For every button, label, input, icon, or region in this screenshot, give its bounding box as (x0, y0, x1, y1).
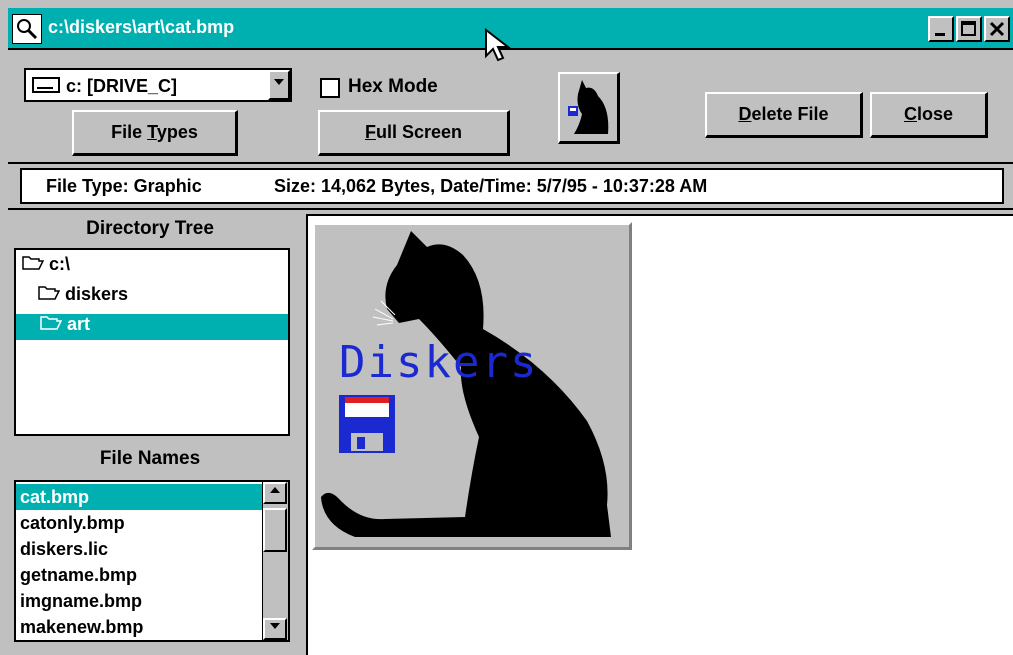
drive-select-value: c: [DRIVE_C] (66, 76, 178, 96)
file-names-label: File Names (99, 448, 201, 469)
tree-item-label: art (67, 314, 91, 334)
file-list-scrollbar[interactable] (262, 482, 288, 640)
full-screen-label: ull Screen (375, 122, 463, 142)
cat-thumbnail-button[interactable] (558, 72, 620, 144)
file-types-button[interactable]: File Types (72, 110, 238, 156)
file-types-accel: T (147, 122, 157, 142)
hex-mode-checkbox[interactable] (320, 78, 340, 98)
file-item-diskers-lic[interactable]: diskers.lic (16, 536, 262, 562)
file-names-list[interactable]: cat.bmp catonly.bmp diskers.lic getname.… (14, 480, 290, 642)
folder-icon (22, 256, 45, 270)
maximize-icon (961, 21, 976, 36)
file-item-getname-bmp[interactable]: getname.bmp (16, 562, 262, 588)
divider (8, 162, 1013, 164)
diskers-logo-text: Diskers (339, 337, 539, 388)
file-info-bar: File Type: Graphic Size: 14,062 Bytes, D… (20, 168, 1004, 204)
file-types-label-prefix: File (111, 122, 148, 142)
cat-icon (568, 80, 609, 134)
tree-item-label: c:\ (49, 254, 71, 274)
file-types-label-suffix: ypes (156, 122, 198, 142)
close-label: lose (916, 104, 954, 124)
tree-item-diskers[interactable]: diskers (16, 284, 288, 310)
delete-file-button[interactable]: Delete File (705, 92, 863, 138)
close-icon (989, 21, 1005, 37)
folder-icon (38, 286, 61, 300)
file-item-cat-bmp[interactable]: cat.bmp (16, 484, 262, 510)
delete-file-label: elete File (751, 104, 829, 124)
file-viewer-window: c:\diskers\art\cat.bmp c: [DRIVE_C] File… (0, 0, 1013, 655)
close-accel: C (903, 104, 917, 124)
file-item-catonly-bmp[interactable]: catonly.bmp (16, 510, 262, 536)
close-window-button[interactable] (984, 16, 1010, 42)
scroll-thumb[interactable] (263, 508, 287, 552)
dropdown-arrow-button[interactable] (268, 70, 290, 100)
delete-accel: D (738, 104, 752, 124)
file-item-makenew-bmp[interactable]: makenew.bmp (16, 614, 262, 640)
close-button[interactable]: Close (870, 92, 988, 138)
file-type-text: File Type: Graphic (46, 176, 202, 196)
open-folder-icon (40, 316, 63, 330)
maximize-button[interactable] (956, 16, 982, 42)
image-preview: Diskers (312, 222, 632, 550)
mouse-pointer-icon (485, 28, 511, 62)
magnifier-icon[interactable] (12, 14, 42, 44)
directory-tree[interactable]: c:\ diskers art (14, 248, 290, 436)
directory-tree-label: Directory Tree (86, 218, 214, 239)
tree-item-label: diskers (65, 284, 129, 304)
window-title: c:\diskers\art\cat.bmp (48, 17, 235, 37)
chevron-down-icon (274, 79, 284, 85)
file-size-date-text: Size: 14,062 Bytes, Date/Time: 5/7/95 - … (274, 176, 708, 196)
full-screen-button[interactable]: Full Screen (318, 110, 510, 156)
arrow-down-icon (270, 623, 280, 629)
tree-item-art[interactable]: art (16, 314, 288, 340)
minimize-icon (935, 33, 945, 36)
minimize-button[interactable] (928, 16, 954, 42)
hex-mode-label[interactable]: Hex Mode (348, 76, 438, 98)
drive-icon (32, 77, 60, 93)
full-screen-accel: F (364, 122, 376, 142)
arrow-up-icon (270, 487, 280, 493)
tree-item-c-root[interactable]: c:\ (16, 254, 288, 280)
scroll-up-button[interactable] (263, 482, 287, 504)
divider (8, 208, 1013, 210)
file-item-imgname-bmp[interactable]: imgname.bmp (16, 588, 262, 614)
drive-select[interactable]: c: [DRIVE_C] (24, 68, 292, 102)
scroll-down-button[interactable] (263, 618, 287, 640)
